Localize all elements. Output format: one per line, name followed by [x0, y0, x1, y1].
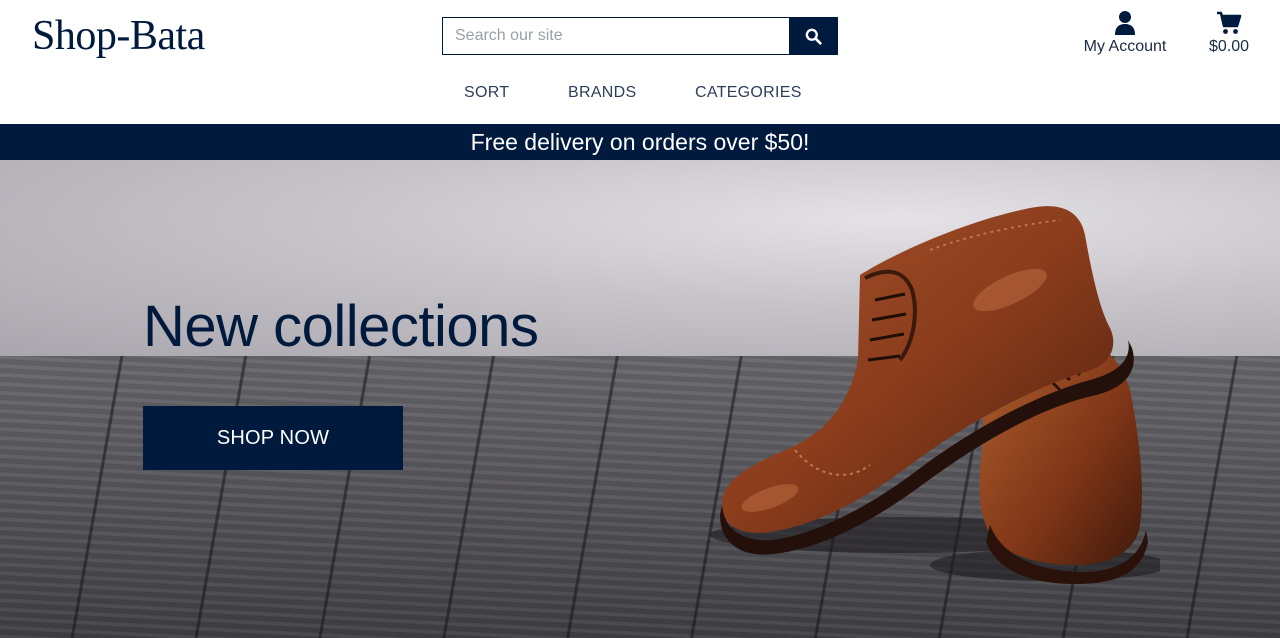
- site-logo[interactable]: Shop-Bata: [32, 12, 205, 60]
- site-header: Shop-Bata My Account $0.00 SORT BRANDS C…: [0, 0, 1280, 124]
- nav-item-categories[interactable]: CATEGORIES: [695, 84, 802, 102]
- cart-link[interactable]: $0.00: [1200, 10, 1258, 56]
- hero-title: New collections: [143, 294, 539, 359]
- search-bar: [442, 17, 838, 55]
- shoes-image: [710, 206, 1160, 584]
- nav-item-sort[interactable]: SORT: [464, 84, 509, 102]
- cart-total: $0.00: [1208, 38, 1250, 55]
- promo-banner: Free delivery on orders over $50!: [0, 124, 1280, 160]
- user-icon: [1115, 11, 1135, 35]
- hero-banner: New collections SHOP NOW: [0, 160, 1280, 638]
- nav-item-brands[interactable]: BRANDS: [568, 84, 636, 102]
- search-button[interactable]: [789, 17, 838, 55]
- cart-icon: [1217, 11, 1242, 34]
- my-account-label: My Account: [1083, 38, 1167, 55]
- shop-now-button[interactable]: SHOP NOW: [143, 406, 403, 470]
- main-nav: SORT BRANDS CATEGORIES: [0, 84, 1280, 110]
- search-input[interactable]: [442, 17, 789, 55]
- my-account-link[interactable]: My Account: [1078, 10, 1172, 56]
- search-icon: [805, 28, 822, 45]
